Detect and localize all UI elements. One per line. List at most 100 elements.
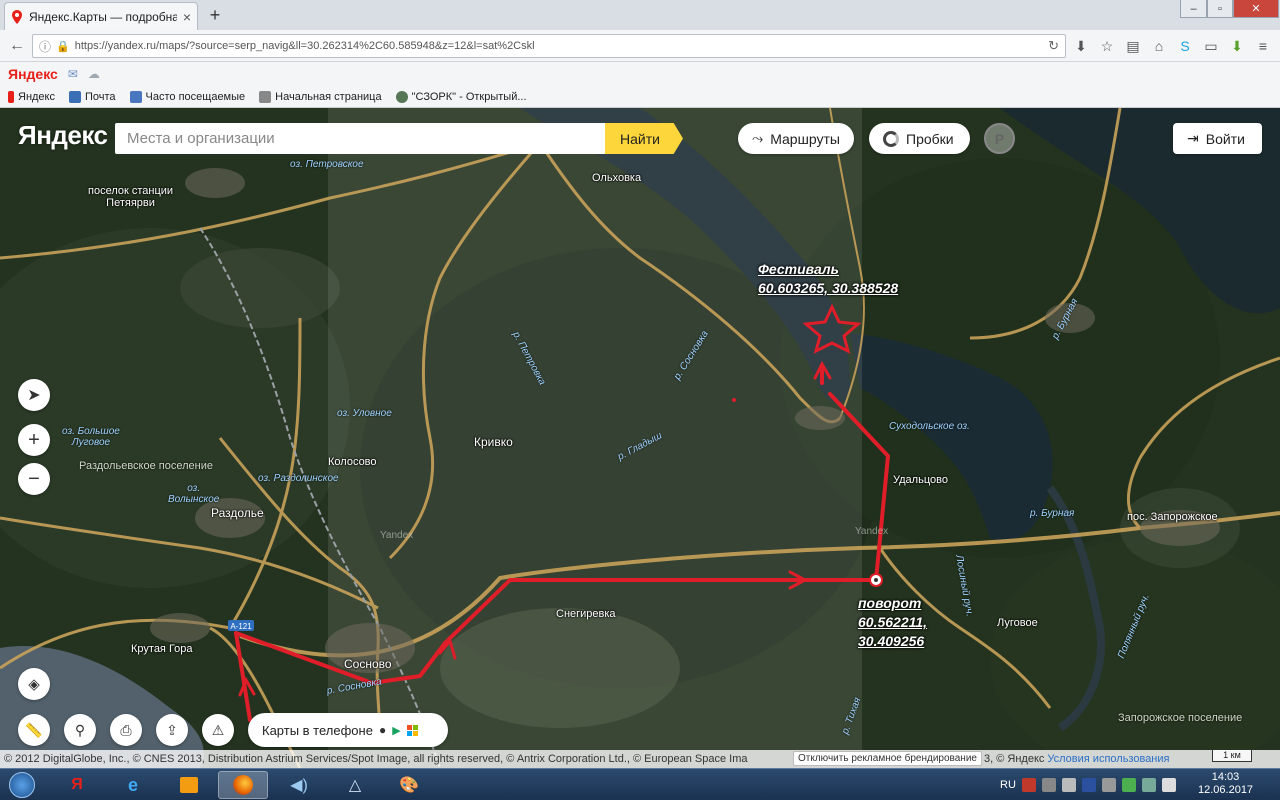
tab-close-icon[interactable]: ×: [183, 9, 191, 25]
print-icon[interactable]: ⎙: [110, 714, 142, 746]
reading-list-icon[interactable]: ▤: [1124, 35, 1142, 57]
maps-in-phone-button[interactable]: Карты в телефоне ● ▶: [248, 713, 448, 747]
start-button[interactable]: [2, 770, 42, 800]
szork-bookmark-icon: [395, 90, 408, 103]
area-zaporozhskoe: Запорожское поселение: [1118, 712, 1243, 724]
copyright-bar: © 2012 DigitalGlobe, Inc., © CNES 2013, …: [0, 750, 1280, 768]
bookmarks-toolbar: Яндекс Почта Часто посещаемые Начальная …: [0, 86, 1280, 108]
usb-icon[interactable]: [1041, 778, 1056, 792]
taskbar-yandex-browser[interactable]: Я: [52, 771, 102, 799]
taskbar-firefox[interactable]: [218, 771, 268, 799]
bookmark-mail[interactable]: Почта: [69, 90, 116, 103]
place-krivko: Кривко: [474, 435, 513, 449]
download-icon[interactable]: ⬇: [1072, 35, 1090, 57]
yandex-bar-logo[interactable]: Яндекс: [8, 66, 58, 82]
taskbar-app[interactable]: △: [330, 771, 380, 799]
copyright-text: © 2012 DigitalGlobe, Inc., © CNES 2013, …: [4, 753, 748, 765]
festival-annotation: Фестиваль 60.603265, 30.388528: [758, 260, 898, 298]
traffic-button[interactable]: Пробки: [869, 123, 970, 154]
turn-lon: 30.409256: [858, 633, 925, 649]
antivirus-icon[interactable]: [1021, 778, 1036, 792]
internet-explorer-icon: e: [127, 774, 138, 795]
tab-yandex-maps[interactable]: Яндекс.Карты — подробная ×: [4, 2, 198, 30]
place-krutaya-gora: Крутая Гора: [131, 643, 193, 655]
place-snegirevka: Снегиревка: [556, 608, 616, 620]
disable-branding-button[interactable]: Отключить рекламное брендирование: [793, 751, 982, 766]
rutoken-icon[interactable]: [1081, 778, 1096, 792]
geolocation-icon[interactable]: ➤: [18, 379, 50, 411]
update-icon[interactable]: [1141, 778, 1156, 792]
info-icon[interactable]: ⓘ: [39, 38, 51, 55]
windows-taskbar: Я e ◀) △ 🎨 RU 14:03 12.06.2017: [0, 768, 1280, 800]
traffic-icon: [883, 130, 899, 147]
tab-bar: Яндекс.Карты — подробная × + ‒ ▫ ✕: [0, 0, 1280, 30]
bookmark-yandex[interactable]: Яндекс: [8, 90, 55, 103]
tab-title: Яндекс.Карты — подробная: [29, 9, 177, 24]
water-razdolinskoe: оз. Раздолинское: [258, 473, 339, 484]
zoom-out-button[interactable]: −: [18, 463, 50, 495]
screenshot-icon[interactable]: ▭: [1202, 35, 1220, 57]
water-petrovskoe: оз. Петровское: [290, 159, 364, 170]
clock[interactable]: 14:03 12.06.2017: [1198, 771, 1253, 797]
panorama-binoculars-icon[interactable]: ⚲: [64, 714, 96, 746]
share-icon[interactable]: ⇪: [156, 714, 188, 746]
taskbar-ie[interactable]: e: [108, 771, 158, 799]
mail-envelope-icon[interactable]: ✉: [68, 67, 78, 81]
ruler-icon[interactable]: 📏: [18, 714, 50, 746]
reload-icon[interactable]: ↻: [1048, 38, 1059, 54]
place-olkhovka: Ольховка: [592, 172, 642, 184]
home-icon[interactable]: ⌂: [1150, 35, 1168, 57]
terms-link[interactable]: Условия использования: [1047, 753, 1169, 765]
clock-time: 14:03: [1211, 771, 1240, 783]
volume-icon[interactable]: [1061, 778, 1076, 792]
highway-label: А-121: [230, 622, 252, 631]
url-text[interactable]: https://yandex.ru/maps/?source=serp_navi…: [75, 40, 1043, 52]
network-icon[interactable]: [1101, 778, 1116, 792]
place-udaltsovo: Удальцово: [893, 474, 948, 486]
bookmark-star-icon[interactable]: ☆: [1098, 35, 1116, 57]
taskbar-audio[interactable]: ◀): [274, 771, 324, 799]
taskbar-paint[interactable]: 🎨: [384, 771, 434, 799]
speaker-app-icon: ◀): [290, 777, 308, 794]
toolbar-icons: ⬇ ☆ ▤ ⌂ S ▭ ⬇ ≡: [1072, 35, 1272, 57]
bookmark-start-page[interactable]: Начальная страница: [259, 90, 382, 103]
taskbar-media[interactable]: [164, 771, 214, 799]
login-button[interactable]: ⇥ Войти: [1173, 123, 1262, 154]
language-indicator[interactable]: RU: [1000, 779, 1016, 791]
maximize-button[interactable]: ▫: [1207, 0, 1233, 18]
satellite-map[interactable]: А-121 Yandex Yandex Ольховка поселок ста…: [0, 108, 1280, 768]
place-razdolye: Раздолье: [211, 506, 264, 520]
minimize-button[interactable]: ‒: [1180, 0, 1207, 18]
system-tray: RU: [1000, 769, 1176, 801]
yandex-maps-logo[interactable]: Яндекс: [18, 120, 108, 151]
flag-icon[interactable]: [1161, 778, 1176, 792]
security-shield-icon[interactable]: [1121, 778, 1136, 792]
place-lugovoe: Луговое: [997, 617, 1038, 629]
find-button[interactable]: Найти: [605, 123, 683, 154]
report-error-icon[interactable]: ⚠: [202, 714, 234, 746]
lock-icon: 🔒: [56, 40, 70, 53]
turn-title: поворот: [858, 595, 922, 611]
bookmark-most-visited[interactable]: Часто посещаемые: [129, 90, 245, 103]
place-petyayarvi: поселок станции Петяярви: [88, 185, 174, 209]
bookmark-szork[interactable]: "СЗОРК" - Открытый...: [395, 90, 527, 103]
search-input[interactable]: [127, 130, 607, 147]
parking-button[interactable]: P: [984, 123, 1015, 154]
new-tab-button[interactable]: +: [204, 4, 226, 26]
zoom-in-button[interactable]: +: [18, 424, 50, 456]
close-window-button[interactable]: ✕: [1233, 0, 1279, 18]
skype-icon[interactable]: S: [1176, 35, 1194, 57]
menu-icon[interactable]: ≡: [1254, 35, 1272, 57]
weather-cloud-icon[interactable]: ☁: [88, 67, 100, 81]
place-kolosovo: Колосово: [328, 456, 377, 468]
addon-download-icon[interactable]: ⬇: [1228, 35, 1246, 57]
routes-button[interactable]: ⤳ Маршруты: [738, 123, 854, 154]
festival-coords: 60.603265, 30.388528: [758, 280, 899, 296]
layers-icon[interactable]: ◈: [18, 668, 50, 700]
url-bar[interactable]: ⓘ 🔒 https://yandex.ru/maps/?source=serp_…: [32, 34, 1066, 58]
yandex-browser-icon: Я: [71, 776, 83, 793]
login-icon: ⇥: [1187, 130, 1199, 146]
back-button[interactable]: ←: [6, 35, 28, 57]
festival-title: Фестиваль: [758, 261, 839, 277]
place-zaporozhskoe: пос. Запорожское: [1127, 511, 1218, 523]
